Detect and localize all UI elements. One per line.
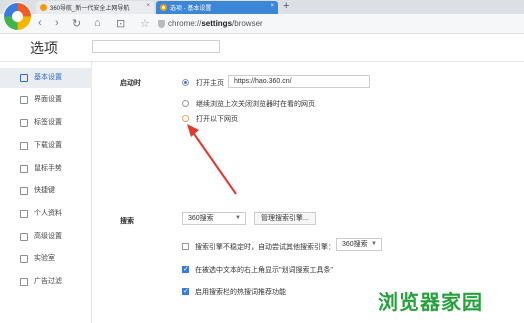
tab-title: 选项 - 基本设置 (170, 6, 212, 12)
open-homepage-label: 打开主页 (196, 80, 224, 87)
homepage-url-field[interactable]: https://hao.360.cn/ (228, 75, 370, 88)
sidebar-item-shortcuts[interactable]: 快捷键 (0, 181, 92, 201)
arrow-shaft (191, 130, 237, 195)
tab-close-icon[interactable]: × (146, 3, 150, 9)
url-rest: /browser (232, 19, 263, 28)
shield-icon (158, 20, 165, 28)
sidebar-item-label: 鼠标手势 (34, 165, 62, 172)
startup-section-label: 启动时 (120, 80, 141, 87)
show-toolbar-label: 在被选中文本的右上角显示"划词搜索工具条" (195, 267, 333, 274)
sidebar-item-interface[interactable]: 界面设置 (0, 90, 92, 110)
search-engine-value: 360搜索 (188, 215, 214, 222)
address-bar[interactable]: chrome://settings/browser (156, 17, 524, 31)
tab-title: 360导航_新一代安全上网导航 (50, 6, 130, 12)
page-title: 选项 (30, 40, 58, 56)
settings-search-input[interactable] (92, 40, 220, 53)
tab-settings[interactable]: 选项 - 基本设置 × (156, 1, 278, 14)
sidebar-item-label: 快捷键 (34, 187, 55, 194)
tab-icon (20, 119, 28, 127)
chevron-down-icon: ▼ (235, 215, 241, 221)
window-icon (20, 96, 28, 104)
fallback-engine-checkbox[interactable] (182, 243, 189, 250)
browser-logo-icon[interactable] (4, 3, 31, 30)
settings-sidebar: 基本设置 界面设置 标签设置 下载设置 鼠标手势 快捷键 个人资料 高级设置 实… (0, 62, 92, 323)
sidebar-item-adblock[interactable]: 广告过滤 (0, 272, 92, 292)
star-icon[interactable]: ☆ (140, 17, 150, 30)
sidebar-item-mouse-gestures[interactable]: 鼠标手势 (0, 159, 92, 179)
download-icon (20, 142, 28, 150)
sidebar-item-label: 个人资料 (34, 210, 62, 217)
continue-session-radio[interactable] (182, 100, 189, 107)
block-icon (20, 278, 28, 286)
url-path: settings (201, 19, 233, 28)
gear-icon (20, 74, 28, 82)
tab-close-icon[interactable]: × (270, 3, 274, 9)
restore-icon[interactable]: ⊡ (116, 17, 125, 30)
annotation-arrow (187, 124, 237, 195)
sidebar-item-basic[interactable]: 基本设置 (0, 68, 92, 88)
show-toolbar-checkbox[interactable]: ✓ (182, 266, 189, 273)
navigation-toolbar: ‹ › ↻ ⌂ ⊡ ☆ chrome://settings/browser (0, 14, 524, 34)
sidebar-item-profile[interactable]: 个人资料 (0, 204, 92, 224)
new-tab-button[interactable]: + (283, 0, 289, 12)
url-scheme: chrome:// (168, 19, 202, 28)
sidebar-item-lab[interactable]: 实验室 (0, 249, 92, 269)
sidebar-item-label: 标签设置 (34, 119, 62, 126)
hot-search-label: 启用搜索栏的热搜词推荐功能 (195, 289, 286, 296)
sidebar-item-label: 基本设置 (34, 74, 62, 81)
tab-favicon-icon (160, 4, 167, 11)
search-section-label: 搜索 (120, 218, 134, 225)
tab-favicon-icon (40, 4, 47, 11)
chevron-down-icon: ▼ (371, 241, 377, 247)
search-engine-select[interactable]: 360搜索 ▼ (182, 212, 246, 225)
user-icon (20, 210, 28, 218)
open-homepage-radio[interactable] (182, 79, 189, 86)
keyboard-icon (20, 187, 28, 195)
sidebar-item-label: 下载设置 (34, 142, 62, 149)
continue-session-label: 继续浏览上次关闭浏览器时在看的网页 (196, 101, 315, 108)
manage-search-engines-button[interactable]: 管理搜索引擎... (254, 212, 316, 225)
back-icon[interactable]: ‹ (38, 17, 42, 29)
arrow-head (187, 124, 199, 137)
sliders-icon (20, 233, 28, 241)
mouse-icon (20, 165, 28, 173)
tab-360-nav[interactable]: 360导航_新一代安全上网导航 × (36, 1, 154, 14)
sidebar-item-label: 界面设置 (34, 96, 62, 103)
sidebar-item-label: 实验室 (34, 255, 55, 262)
sidebar-item-download[interactable]: 下载设置 (0, 136, 92, 156)
sidebar-item-label: 广告过滤 (34, 278, 62, 285)
tab-strip: 360导航_新一代安全上网导航 × 选项 - 基本设置 × + (0, 0, 524, 14)
reload-icon[interactable]: ↻ (72, 17, 81, 30)
forward-icon[interactable]: › (55, 17, 59, 29)
fallback-engine-select[interactable]: 360搜索 ▼ (336, 238, 382, 251)
fallback-engine-label: 搜索引擎不稳定时，自动尝试其他搜索引擎： (195, 244, 335, 251)
flask-icon (20, 255, 28, 263)
home-icon[interactable]: ⌂ (94, 17, 101, 29)
sidebar-item-tabs[interactable]: 标签设置 (0, 113, 92, 133)
sidebar-item-label: 高级设置 (34, 233, 62, 240)
sidebar-item-advanced[interactable]: 高级设置 (0, 227, 92, 247)
watermark-text: 浏览器家园 (378, 292, 483, 314)
fallback-engine-value: 360搜索 (342, 241, 368, 248)
hot-search-checkbox[interactable]: ✓ (182, 288, 189, 295)
